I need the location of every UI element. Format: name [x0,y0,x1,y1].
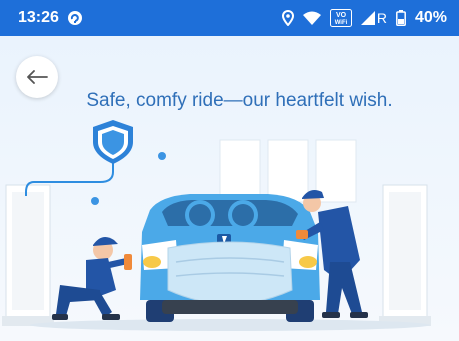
battery-percent: 40% [414,9,447,26]
vowifi-badge: VO WiFi [329,9,352,27]
decor-dot [158,152,166,160]
battery-icon [396,10,406,26]
vowifi-bottom-text: WiFi [335,20,348,26]
car [140,194,320,322]
signal-icon: R [360,10,387,26]
left-pillar [2,184,54,326]
status-bar: 13:26 VO WiFi R 40% [0,0,459,36]
wifi-icon [302,11,321,25]
decor-dot [91,197,99,205]
left-worker [52,236,132,320]
status-time: 13:26 [18,9,59,26]
location-icon [281,10,294,26]
shield-icon [93,120,133,164]
background-windows [219,139,357,203]
vowifi-top-text: VO [336,12,347,19]
hero-headline: Safe, comfy ride—our heartfelt wish. [86,90,393,111]
back-arrow-icon [27,70,48,84]
right-pillar [379,184,431,326]
network-letter: R [376,10,387,26]
sync-icon [67,10,83,26]
car-care-illustration [2,120,431,331]
